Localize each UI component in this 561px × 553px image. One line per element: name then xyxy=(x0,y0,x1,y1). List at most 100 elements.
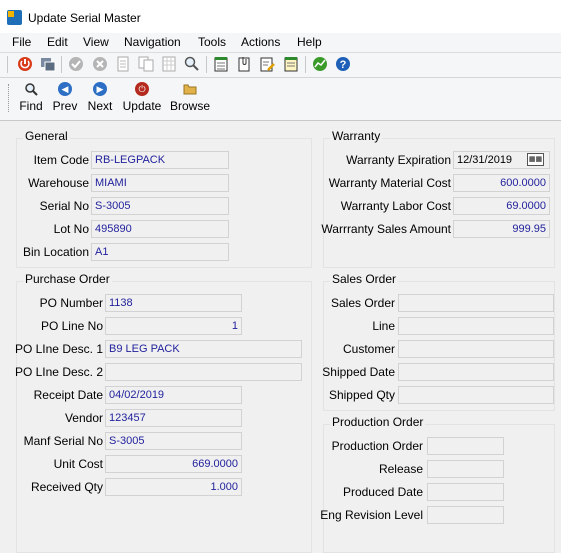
app-icon xyxy=(7,10,22,25)
warranty-sales-amount-field[interactable]: 999.95 xyxy=(453,220,550,238)
received-qty-label: Received Qty xyxy=(30,480,103,494)
update-button[interactable]: ⏻ Update xyxy=(122,82,162,116)
check-icon[interactable] xyxy=(68,56,84,72)
menu-bar: File Edit View Navigation Tools Actions … xyxy=(0,33,561,53)
power-icon[interactable] xyxy=(17,56,33,72)
shipped-date-label: Shipped Date xyxy=(322,365,395,379)
serial-no-field[interactable]: S-3005 xyxy=(91,197,229,215)
sales-order-title: Sales Order xyxy=(330,272,399,286)
toolbar-grip[interactable] xyxy=(8,84,11,112)
menu-edit[interactable]: Edit xyxy=(47,34,68,50)
shipped-qty-field[interactable] xyxy=(398,386,554,404)
po-number-label: PO Number xyxy=(39,296,103,310)
general-title: General xyxy=(23,129,70,143)
eng-revision-level-label: Eng Revision Level xyxy=(320,508,423,522)
menu-help[interactable]: Help xyxy=(297,34,322,50)
warranty-material-cost-field[interactable]: 600.0000 xyxy=(453,174,550,192)
po-number-field[interactable]: 1138 xyxy=(105,294,242,312)
line-field[interactable] xyxy=(398,317,554,335)
po-line-desc1-field[interactable]: B9 LEG PACK xyxy=(105,340,302,358)
copy-window-icon[interactable] xyxy=(40,56,56,72)
window-title: Update Serial Master xyxy=(28,11,141,25)
toolbar-separator xyxy=(7,56,8,73)
produced-date-label: Produced Date xyxy=(342,485,423,499)
warranty-labor-cost-label: Warranty Labor Cost xyxy=(340,199,451,213)
arrow-right-icon: ▶ xyxy=(93,82,107,96)
item-code-field[interactable]: RB-LEGPACK xyxy=(91,151,229,169)
bin-location-label: Bin Location xyxy=(22,245,89,259)
release-label: Release xyxy=(378,462,423,476)
power-update-icon: ⏻ xyxy=(135,82,149,96)
customer-field[interactable] xyxy=(398,340,554,358)
find-button[interactable]: Find xyxy=(18,82,44,116)
unit-cost-label: Unit Cost xyxy=(53,457,103,471)
find-label: Find xyxy=(19,99,43,113)
menu-navigation[interactable]: Navigation xyxy=(124,34,181,50)
manf-serial-no-field[interactable]: S-3005 xyxy=(105,432,242,450)
magnifier-icon[interactable] xyxy=(184,56,200,72)
folder-icon xyxy=(183,82,197,96)
toolbar-separator xyxy=(305,56,306,73)
shipped-date-field[interactable] xyxy=(398,363,554,381)
toolbar-separator xyxy=(61,56,62,73)
lot-no-field[interactable]: 495890 xyxy=(91,220,229,238)
sales-order-group: Sales Order Sales Order Line Customer Sh… xyxy=(322,272,555,411)
find-magnifier-icon xyxy=(24,82,38,96)
browse-button[interactable]: Browse xyxy=(170,82,210,116)
po-line-desc2-field[interactable] xyxy=(105,363,302,381)
notepad-icon[interactable] xyxy=(213,56,229,72)
production-order-field[interactable] xyxy=(427,437,504,455)
help-icon[interactable]: ? xyxy=(335,56,351,72)
warranty-sales-amount-label: Warrranty Sales Amount xyxy=(321,222,451,236)
warranty-material-cost-label: Warranty Material Cost xyxy=(328,176,451,190)
calendar-note-icon[interactable] xyxy=(283,56,299,72)
received-qty-field[interactable]: 1.000 xyxy=(105,478,242,496)
next-button[interactable]: ▶ Next xyxy=(86,82,114,116)
vendor-field[interactable]: 123457 xyxy=(105,409,242,427)
update-label: Update xyxy=(122,99,162,113)
document-copy-icon[interactable] xyxy=(138,56,154,72)
menu-file[interactable]: File xyxy=(12,34,31,50)
clip-document-icon[interactable] xyxy=(236,56,252,72)
po-line-desc1-label: PO LIne Desc. 1 xyxy=(14,342,103,356)
menu-actions[interactable]: Actions xyxy=(241,34,280,50)
calendar-icon[interactable]: ▦▦ xyxy=(527,153,544,166)
edit-note-icon[interactable] xyxy=(259,56,275,72)
standard-toolbar: ? xyxy=(0,53,561,78)
bin-location-field[interactable]: A1 xyxy=(91,243,229,261)
svg-text:?: ? xyxy=(340,59,347,71)
item-code-label: Item Code xyxy=(33,153,89,167)
purchase-order-group: Purchase Order PO Number 1138 PO Line No… xyxy=(14,272,312,553)
line-label: Line xyxy=(372,319,395,333)
cancel-icon[interactable] xyxy=(92,56,108,72)
warranty-labor-cost-field[interactable]: 69.0000 xyxy=(453,197,550,215)
serial-no-label: Serial No xyxy=(39,199,89,213)
eng-revision-level-field[interactable] xyxy=(427,506,504,524)
unit-cost-field[interactable]: 669.0000 xyxy=(105,455,242,473)
menu-view[interactable]: View xyxy=(83,34,109,50)
prev-label: Prev xyxy=(52,99,78,113)
title-bar: Update Serial Master xyxy=(0,0,561,33)
produced-date-field[interactable] xyxy=(427,483,504,501)
sales-order-field[interactable] xyxy=(398,294,554,312)
release-field[interactable] xyxy=(427,460,504,478)
po-line-desc2-label: PO LIne Desc. 2 xyxy=(14,365,103,379)
menu-tools[interactable]: Tools xyxy=(198,34,226,50)
production-order-group: Production Order Production Order Releas… xyxy=(320,415,555,553)
navigation-toolbar: Find ◀ Prev ▶ Next ⏻ Update Browse xyxy=(0,78,561,121)
po-line-no-field[interactable]: 1 xyxy=(105,317,242,335)
prev-button[interactable]: ◀ Prev xyxy=(51,82,79,116)
receipt-date-label: Receipt Date xyxy=(33,388,103,402)
warehouse-field[interactable]: MIAMI xyxy=(91,174,229,192)
warranty-expiration-label: Warranty Expiration xyxy=(346,153,451,167)
arrow-left-icon: ◀ xyxy=(58,82,72,96)
toolbar-separator xyxy=(206,56,207,73)
manf-serial-no-label: Manf Serial No xyxy=(23,434,103,448)
sales-order-label: Sales Order xyxy=(330,296,395,310)
chart-icon[interactable] xyxy=(312,56,328,72)
warehouse-label: Warehouse xyxy=(28,176,89,190)
browse-label: Browse xyxy=(170,99,211,113)
receipt-date-field[interactable]: 04/02/2019 xyxy=(105,386,242,404)
document-icon[interactable] xyxy=(115,56,131,72)
document-grid-icon[interactable] xyxy=(161,56,177,72)
